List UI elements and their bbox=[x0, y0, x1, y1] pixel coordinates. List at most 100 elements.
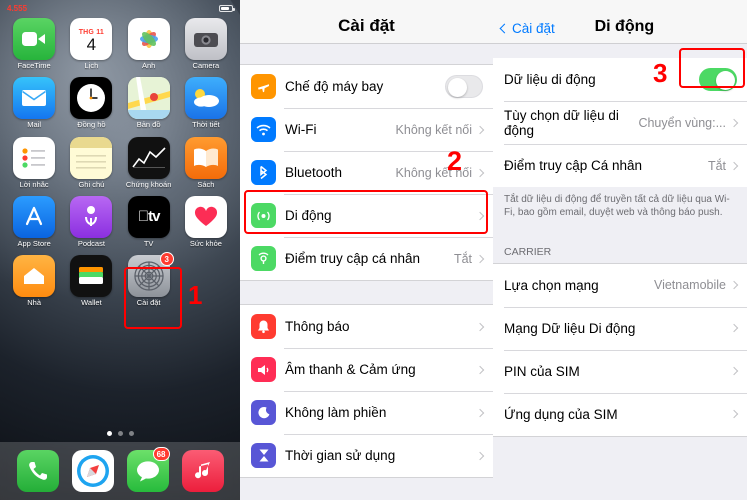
sidebar-item-cellular[interactable]: Di động bbox=[240, 194, 493, 237]
back-button[interactable]: Cài đặt bbox=[499, 21, 555, 36]
app-stocks[interactable]: Chứng khoán bbox=[125, 136, 173, 189]
sun-cloud-glyph bbox=[193, 89, 219, 108]
safari-icon[interactable] bbox=[71, 450, 114, 492]
map-glyph bbox=[127, 77, 170, 120]
row-label: Chế độ máy bay bbox=[285, 79, 384, 94]
sidebar-item-screen-time[interactable]: Thời gian sử dụng bbox=[240, 434, 493, 477]
airplane-mode-toggle[interactable] bbox=[445, 75, 483, 98]
app-podcast[interactable]: Podcast bbox=[67, 195, 115, 248]
row-network-selection[interactable]: Lựa chọn mạng Vietnamobile bbox=[493, 263, 747, 307]
chevron-right-icon bbox=[475, 211, 485, 220]
open-book-glyph bbox=[193, 148, 218, 167]
messages-badge: 68 bbox=[152, 447, 170, 461]
sidebar-item-airplane-mode[interactable]: Chế độ máy bay bbox=[240, 65, 493, 108]
app-reminders[interactable]: Lời nhắc bbox=[10, 136, 58, 189]
chevron-right-icon bbox=[729, 366, 739, 376]
settings-navbar: Cài đặt bbox=[240, 0, 493, 44]
row-cellular-data[interactable]: Dữ liệu di động bbox=[493, 58, 747, 101]
row-sim-pin[interactable]: PIN của SIM bbox=[493, 349, 747, 393]
app-label: Mail bbox=[27, 121, 41, 130]
page-dot-3[interactable] bbox=[128, 431, 134, 436]
sidebar-item-sounds-haptics[interactable]: Âm thanh & Cảm ứng bbox=[240, 348, 493, 391]
settings-group-notifications: Thông báo Âm thanh & Cảm ứng Không làm p… bbox=[240, 304, 493, 478]
photos-icon bbox=[127, 18, 170, 60]
row-cellular-data-options[interactable]: Tùy chọn dữ liệu di động Chuyển vùng:... bbox=[493, 101, 747, 144]
hourglass-glyph bbox=[259, 449, 268, 462]
heart-glyph bbox=[194, 206, 217, 226]
app-camera[interactable]: Camera bbox=[182, 18, 230, 70]
phone-icon[interactable] bbox=[16, 450, 59, 492]
row-label: Di động bbox=[285, 208, 332, 223]
row-label: Ứng dụng của SIM bbox=[504, 406, 618, 422]
row-label: Thông báo bbox=[285, 319, 350, 334]
messages-icon[interactable]: 68 bbox=[126, 447, 170, 492]
app-notes[interactable]: Ghi chú bbox=[67, 136, 115, 189]
calendar-day: 4 bbox=[86, 34, 97, 54]
app-clock[interactable]: Đồng hồ bbox=[67, 77, 115, 129]
mail-icon bbox=[13, 77, 56, 120]
app-label: Wallet bbox=[81, 299, 102, 307]
appstore-icon bbox=[13, 195, 56, 238]
chevron-right-icon bbox=[475, 322, 485, 331]
page-dot-1[interactable] bbox=[106, 431, 112, 436]
app-label: Camera bbox=[192, 62, 220, 70]
sidebar-item-notifications[interactable]: Thông báo bbox=[240, 305, 493, 348]
app-label: Ghi chú bbox=[78, 180, 105, 189]
row-value: Tắt bbox=[453, 251, 472, 266]
app-label: Lời nhắc bbox=[19, 180, 49, 189]
music-note-glyph bbox=[194, 462, 210, 479]
app-tv[interactable]: tv TV bbox=[125, 195, 173, 248]
row-personal-hotspot[interactable]: Điểm truy cập Cá nhân Tắt bbox=[493, 144, 747, 187]
back-label: Cài đặt bbox=[512, 21, 555, 36]
row-label: Điểm truy cập cá nhân bbox=[285, 251, 421, 266]
do-not-disturb-icon bbox=[251, 400, 276, 425]
bluetooth-icon bbox=[251, 160, 276, 185]
music-icon[interactable] bbox=[181, 450, 224, 492]
app-calendar[interactable]: THG 11 4 Lịch bbox=[67, 18, 115, 70]
bluetooth-glyph bbox=[260, 165, 268, 180]
cards-glyph bbox=[79, 267, 104, 284]
weather-icon bbox=[184, 77, 227, 120]
app-grid: FaceTime THG 11 4 Lịch Ảnh Camera Mail Đ… bbox=[0, 16, 240, 307]
list-dots-glyph bbox=[22, 147, 46, 168]
page-title: Cài đặt bbox=[338, 16, 395, 35]
health-icon bbox=[184, 195, 227, 238]
app-books[interactable]: Sách bbox=[182, 136, 230, 189]
carrier-section-header: CARRIER bbox=[504, 245, 552, 258]
cellular-group-main: Dữ liệu di động Tùy chọn dữ liệu di động… bbox=[493, 58, 747, 187]
row-cellular-data-network[interactable]: Mạng Dữ liệu Di động bbox=[493, 306, 747, 350]
cellular-data-toggle[interactable] bbox=[699, 68, 737, 91]
app-settings[interactable]: 3 Cài đặt bbox=[125, 252, 174, 307]
app-home[interactable]: Nhà bbox=[10, 255, 58, 307]
compass-glyph bbox=[76, 455, 109, 487]
step-marker-3: 3 bbox=[653, 58, 668, 88]
app-photos[interactable]: Ảnh bbox=[125, 18, 173, 70]
app-appstore[interactable]: App Store bbox=[10, 195, 58, 248]
hotspot-icon bbox=[251, 246, 276, 271]
row-value: Không kết nối bbox=[395, 122, 472, 137]
camera-icon bbox=[184, 18, 227, 60]
app-mail[interactable]: Mail bbox=[10, 77, 58, 129]
sidebar-item-personal-hotspot[interactable]: Điểm truy cập cá nhân Tắt bbox=[240, 237, 493, 280]
dock: 68 bbox=[0, 442, 240, 500]
sidebar-item-wifi[interactable]: Wi-Fi Không kết nối bbox=[240, 108, 493, 151]
app-label: Cài đặt bbox=[136, 299, 161, 307]
step-marker-2: 2 bbox=[447, 146, 463, 176]
sidebar-item-do-not-disturb[interactable]: Không làm phiền bbox=[240, 391, 493, 434]
app-label: Lịch bbox=[84, 62, 99, 70]
app-weather[interactable]: Thời tiết bbox=[182, 77, 230, 129]
page-title: Di động bbox=[594, 18, 655, 35]
app-maps[interactable]: Bản đồ bbox=[125, 77, 173, 129]
cellular-navbar: Cài đặt Di động bbox=[493, 0, 747, 44]
home-icon bbox=[13, 255, 56, 297]
tutorial-screenshot: 4.555 FaceTime THG 11 4 Lịch Ảnh Camera … bbox=[0, 0, 747, 500]
row-sim-applications[interactable]: Ứng dụng của SIM bbox=[493, 392, 747, 436]
app-health[interactable]: Sức khỏe bbox=[182, 195, 230, 248]
page-dot-2[interactable] bbox=[117, 431, 123, 436]
page-dots[interactable] bbox=[0, 431, 240, 436]
row-label: Thời gian sử dụng bbox=[285, 448, 396, 463]
chevron-right-icon bbox=[475, 254, 485, 263]
calendar-icon: THG 11 4 bbox=[70, 18, 113, 60]
app-wallet[interactable]: Wallet bbox=[67, 255, 115, 307]
app-facetime[interactable]: FaceTime bbox=[10, 18, 58, 70]
